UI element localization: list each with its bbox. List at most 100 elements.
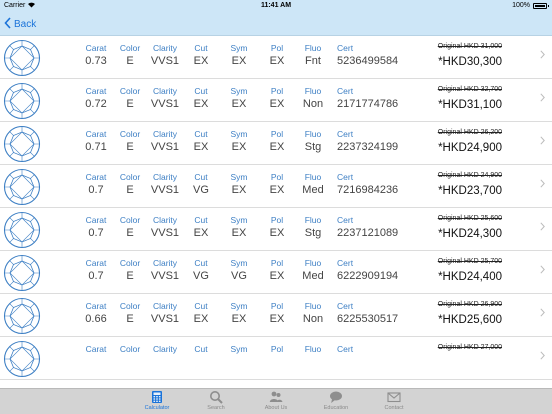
cert-column: Cert 7216984236 [337, 172, 398, 196]
status-bar: Carrier 11:41 AM 100% [0, 0, 552, 12]
sym-label: Sym [230, 86, 248, 96]
cut-column: Cut [181, 344, 221, 356]
cert-label: Cert [337, 43, 354, 53]
search-icon [188, 390, 244, 404]
sym-label: Sym [230, 344, 248, 354]
diamond-row[interactable]: Carat 0.71 Color E Clarity VVS1 Cut EX Sym EX Pol E… [0, 122, 552, 165]
back-button[interactable]: Back [4, 16, 36, 32]
calculator-icon [129, 390, 185, 404]
tab-about-us[interactable]: About Us [248, 390, 304, 411]
original-amount: HKD 32,700 [463, 86, 502, 93]
fluo-column: Fluo Fnt [290, 43, 336, 67]
sym-label: Sym [230, 301, 248, 311]
fluo-value: Stg [304, 141, 322, 153]
cut-value: EX [193, 98, 209, 110]
tab-education[interactable]: Education [308, 390, 364, 411]
original-price: Original HKD 26,900 [438, 301, 502, 308]
diamond-row[interactable]: Carat Color Clarity Cut Sym Pol Fluo Cert Origin… [0, 337, 552, 380]
cut-column: Cut EX [181, 129, 221, 153]
cert-column: Cert 2237121089 [337, 215, 398, 239]
sym-value: EX [231, 55, 247, 67]
cert-value: 2237121089 [337, 227, 399, 239]
sym-column: Sym EX [219, 172, 259, 196]
fluo-value: Med [302, 184, 324, 196]
cert-label: Cert [337, 215, 354, 225]
diamond-list[interactable]: Carat 0.73 Color E Clarity VVS1 Cut EX Sym EX Pol E… [0, 36, 552, 388]
cut-value: EX [193, 227, 209, 239]
chevron-left-icon [4, 17, 11, 31]
cut-label: Cut [194, 344, 208, 354]
sym-value: VG [231, 270, 247, 282]
sym-label: Sym [230, 172, 248, 182]
discount-price: *HKD24,400 [438, 271, 502, 283]
back-label: Back [14, 18, 37, 30]
cut-label: Cut [194, 43, 208, 53]
chevron-right-icon [540, 351, 545, 363]
sym-label: Sym [230, 215, 248, 225]
diamond-row[interactable]: Carat 0.7 Color E Clarity VVS1 Cut VG Sym VG Pol EX… [0, 251, 552, 294]
diamond-row[interactable]: Carat 0.72 Color E Clarity VVS1 Cut EX Sym EX Pol E… [0, 79, 552, 122]
sym-value: EX [231, 98, 247, 110]
cert-value: 2171774786 [337, 98, 399, 110]
diamond-row[interactable]: Carat 0.73 Color E Clarity VVS1 Cut EX Sym EX Pol E… [0, 36, 552, 79]
cert-label: Cert [337, 301, 354, 311]
diamond-icon [3, 297, 41, 335]
cert-column: Cert 2171774786 [337, 86, 398, 110]
fluo-label: Fluo [304, 129, 322, 139]
diamond-icon [3, 39, 41, 77]
people-icon [248, 390, 304, 404]
fluo-label: Fluo [304, 301, 322, 311]
original-amount: HKD 26,900 [463, 301, 502, 308]
sym-column: Sym EX [219, 129, 259, 153]
tab-label: Calculator [144, 405, 170, 411]
cut-label: Cut [194, 129, 208, 139]
original-amount: HKD 25,700 [463, 258, 502, 265]
cut-column: Cut VG [181, 258, 221, 282]
chevron-right-icon [540, 136, 545, 148]
cut-label: Cut [194, 301, 208, 311]
tab-bar: Calculator Search About Us Education Contact [0, 388, 552, 414]
original-price: Original HKD 25,600 [438, 215, 502, 222]
original-prefix: Original [437, 129, 464, 136]
discount-price: *HKD31,100 [438, 99, 502, 111]
cert-column: Cert 6225530517 [337, 301, 398, 325]
diamond-row[interactable]: Carat 0.66 Color E Clarity VVS1 Cut EX Sym EX Pol E… [0, 294, 552, 337]
cut-value: EX [193, 55, 209, 67]
tab-contact[interactable]: Contact [366, 390, 422, 411]
navigation-bar: Back [0, 12, 552, 36]
original-amount: HKD 27,000 [463, 344, 502, 351]
cut-label: Cut [194, 86, 208, 96]
diamond-row[interactable]: Carat 0.7 Color E Clarity VVS1 Cut EX Sym EX Pol EX… [0, 208, 552, 251]
fluo-label: Fluo [304, 86, 322, 96]
fluo-value: Non [302, 98, 324, 110]
fluo-label: Fluo [304, 215, 322, 225]
fluo-column: Fluo Stg [290, 129, 336, 153]
fluo-column: Fluo Stg [290, 215, 336, 239]
chevron-right-icon [540, 179, 545, 191]
cert-column: Cert 5236499584 [337, 43, 398, 67]
cert-label: Cert [337, 344, 354, 354]
cert-label: Cert [337, 129, 354, 139]
original-price: Original HKD 25,700 [438, 258, 502, 265]
tab-calculator[interactable]: Calculator [129, 390, 185, 411]
original-amount: HKD 31,000 [463, 43, 502, 50]
tab-search[interactable]: Search [188, 390, 244, 411]
diamond-icon [3, 340, 41, 378]
diamond-icon [3, 82, 41, 120]
diamond-icon [3, 211, 41, 249]
original-prefix: Original [437, 43, 464, 50]
sym-value: EX [231, 313, 247, 325]
fluo-column: Fluo Med [290, 172, 336, 196]
original-price: Original HKD 24,900 [438, 172, 502, 179]
cert-column: Cert 6222909194 [337, 258, 398, 282]
cut-value: VG [193, 184, 209, 196]
original-price: Original HKD 27,000 [438, 344, 502, 351]
cut-label: Cut [194, 215, 208, 225]
sym-column: Sym [219, 344, 259, 356]
fluo-column: Fluo Non [290, 86, 336, 110]
tab-label: Education [323, 405, 349, 411]
chevron-right-icon [540, 222, 545, 234]
cert-value: 7216984236 [337, 184, 399, 196]
diamond-row[interactable]: Carat 0.7 Color E Clarity VVS1 Cut VG Sym EX Pol EX… [0, 165, 552, 208]
cut-value: EX [193, 141, 209, 153]
